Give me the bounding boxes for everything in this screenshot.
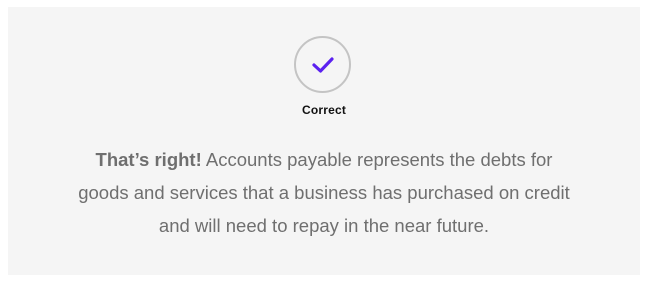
- correct-status-indicator: [294, 36, 351, 93]
- feedback-text: That’s right! Accounts payable represent…: [68, 143, 580, 242]
- feedback-card: Correct That’s right! Accounts payable r…: [8, 7, 640, 275]
- feedback-lead: That’s right!: [95, 149, 202, 170]
- checkmark-icon: [311, 56, 334, 73]
- status-label: Correct: [301, 103, 347, 117]
